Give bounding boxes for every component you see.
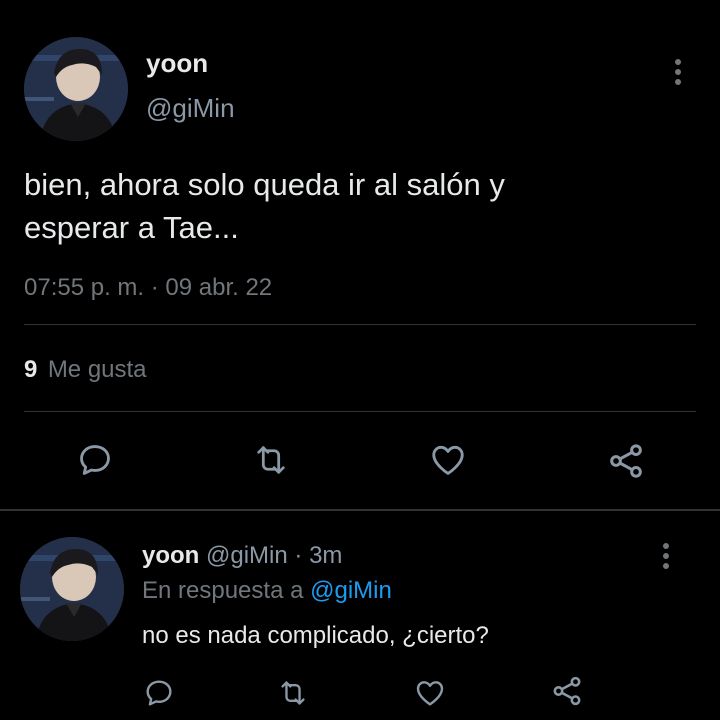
divider — [24, 411, 696, 412]
likes-count: 9 — [24, 356, 38, 383]
reply-time-separator: · — [294, 542, 303, 569]
comment-icon[interactable] — [143, 677, 175, 709]
section-divider — [0, 509, 720, 511]
tweet-text-line: bien, ahora solo queda ir al salón y — [24, 167, 505, 202]
divider — [24, 324, 696, 325]
author-name[interactable]: yoon — [146, 48, 208, 79]
avatar[interactable] — [24, 37, 128, 141]
reply-text: no es nada complicado, ¿cierto? — [142, 622, 489, 649]
more-vertical-icon[interactable] — [656, 540, 676, 572]
reply-header: yoon @giMin · 3m — [142, 542, 342, 570]
share-icon[interactable] — [606, 441, 646, 481]
share-icon[interactable] — [550, 674, 584, 708]
tweet-text: bien, ahora solo queda ir al salón y esp… — [24, 163, 684, 249]
heart-icon[interactable] — [428, 441, 468, 479]
reply-to-handle[interactable]: @giMin — [310, 577, 392, 604]
retweet-icon[interactable] — [276, 677, 310, 709]
likes-stat[interactable]: 9 Me gusta — [24, 356, 147, 384]
tweet-timestamp[interactable]: 07:55 p. m. · 09 abr. 22 — [24, 274, 272, 302]
reply-author-handle[interactable]: @giMin — [206, 542, 288, 569]
comment-icon[interactable] — [76, 441, 114, 479]
reply-author-name[interactable]: yoon — [142, 542, 199, 569]
avatar-image — [24, 37, 128, 141]
tweet-text-line: esperar a Tae... — [24, 210, 239, 245]
author-handle[interactable]: @giMin — [146, 93, 235, 124]
retweet-icon[interactable] — [251, 441, 291, 479]
reply-avatar[interactable] — [20, 537, 124, 641]
reply-time[interactable]: 3m — [309, 542, 342, 569]
heart-icon[interactable] — [413, 677, 447, 709]
reply-to-line: En respuesta a @giMin — [142, 577, 392, 605]
more-vertical-icon[interactable] — [668, 56, 688, 88]
likes-label: Me gusta — [47, 356, 147, 383]
avatar-image — [20, 537, 124, 641]
reply-to-label: En respuesta a — [142, 577, 304, 604]
